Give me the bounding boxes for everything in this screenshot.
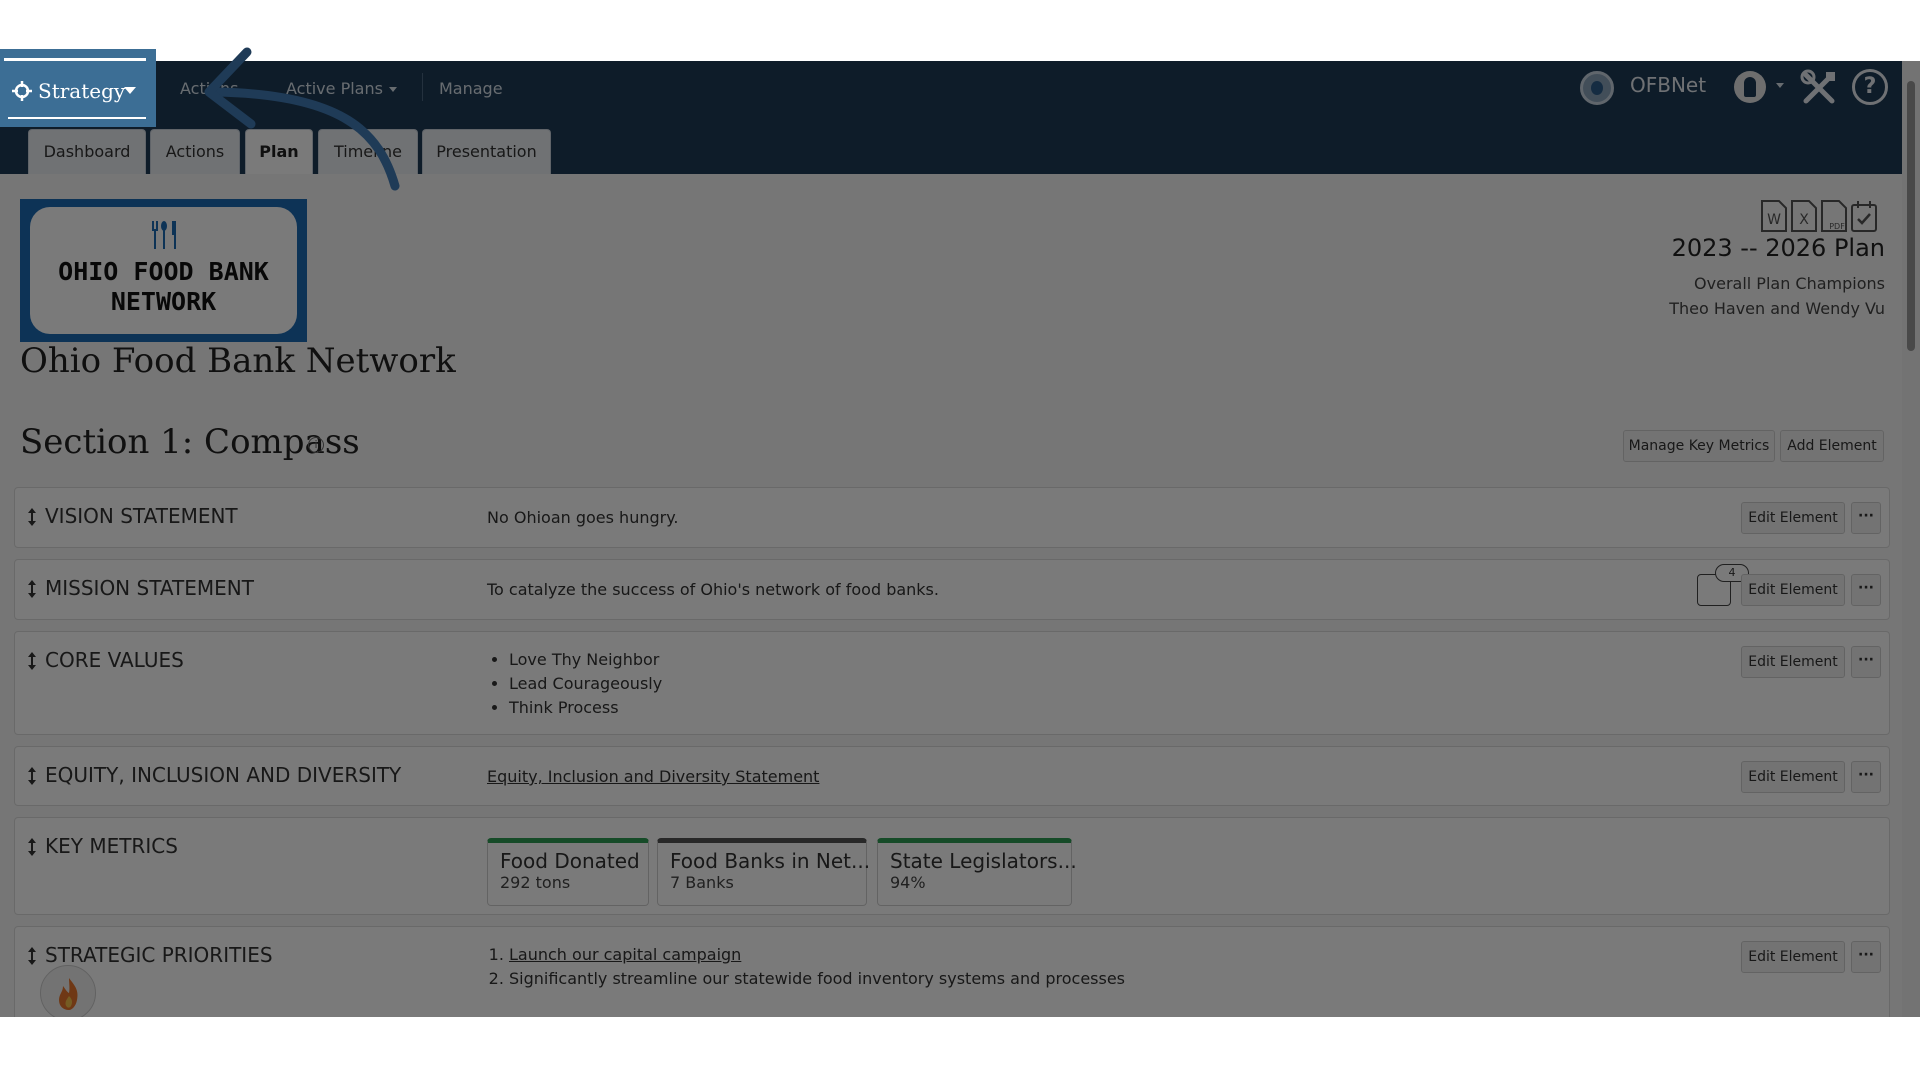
more-options-button[interactable]: ··· bbox=[1851, 502, 1881, 534]
list-item: Launch our capital campaign bbox=[509, 943, 1125, 967]
flame-icon bbox=[59, 978, 78, 1010]
tab-dashboard[interactable]: Dashboard bbox=[28, 129, 146, 174]
drag-handle-icon[interactable] bbox=[27, 652, 37, 670]
user-avatar[interactable] bbox=[1734, 71, 1766, 103]
row-key-metrics: KEY METRICS Food Donated 292 tons Food B… bbox=[14, 817, 1890, 915]
fork-spoon-knife-icon bbox=[152, 221, 176, 249]
logo-line-1: OHIO FOOD BANK bbox=[58, 257, 269, 286]
priorities-list: Launch our capital campaign Significantl… bbox=[487, 943, 1125, 991]
org-title: Ohio Food Bank Network bbox=[20, 341, 456, 381]
logo-line-2: NETWORK bbox=[110, 287, 217, 316]
edit-element-button[interactable]: Edit Element bbox=[1741, 574, 1845, 606]
row-label: KEY METRICS bbox=[45, 834, 178, 858]
row-label: MISSION STATEMENT bbox=[45, 576, 254, 600]
row-label: STRATEGIC PRIORITIES bbox=[45, 943, 273, 967]
strategy-menu-label: Strategy bbox=[38, 79, 126, 103]
metric-card[interactable]: Food Banks in Net... 7 Banks bbox=[657, 838, 871, 906]
edit-element-button[interactable]: Edit Element bbox=[1741, 646, 1845, 678]
pdf-icon[interactable]: PDF bbox=[1820, 199, 1848, 233]
tab-presentation[interactable]: Presentation bbox=[422, 129, 551, 174]
row-content: No Ohioan goes hungry. bbox=[487, 508, 679, 527]
row-label: CORE VALUES bbox=[45, 648, 184, 672]
logo-panel: OHIO FOOD BANK NETWORK bbox=[30, 207, 297, 334]
more-options-button[interactable]: ··· bbox=[1851, 646, 1881, 678]
metric-name: State Legislators... bbox=[890, 849, 1077, 873]
row-strategic-priorities: STRATEGIC PRIORITIES Launch our capital … bbox=[14, 926, 1890, 1017]
add-element-button[interactable]: Add Element bbox=[1780, 430, 1884, 462]
word-icon[interactable]: W bbox=[1760, 199, 1788, 233]
drag-handle-icon[interactable] bbox=[27, 947, 37, 965]
edit-element-button[interactable]: Edit Element bbox=[1741, 761, 1845, 793]
metric-card[interactable]: Food Donated 292 tons bbox=[487, 838, 649, 906]
metric-card[interactable]: State Legislators... 94% bbox=[877, 838, 1077, 906]
row-core-values: CORE VALUES Love Thy Neighbor Lead Coura… bbox=[14, 631, 1890, 735]
row-label: EQUITY, INCLUSION AND DIVERSITY bbox=[45, 763, 402, 787]
nav-manage[interactable]: Manage bbox=[439, 79, 503, 98]
active-underline bbox=[8, 117, 146, 119]
row-content: To catalyze the success of Ohio's networ… bbox=[487, 580, 939, 599]
svg-text:W: W bbox=[1767, 212, 1781, 228]
drag-handle-icon[interactable] bbox=[27, 580, 37, 598]
crosshair-icon bbox=[12, 81, 32, 101]
core-values-list: Love Thy Neighbor Lead Courageously Thin… bbox=[487, 648, 662, 720]
tutorial-arrow-icon bbox=[204, 47, 400, 191]
row-vision-statement: VISION STATEMENT No Ohioan goes hungry. … bbox=[14, 487, 1890, 548]
row-content: Equity, Inclusion and Diversity Statemen… bbox=[487, 767, 819, 786]
more-options-button[interactable]: ··· bbox=[1851, 941, 1881, 973]
strategy-menu-button[interactable]: Strategy bbox=[0, 49, 156, 127]
metric-name: Food Banks in Net... bbox=[670, 849, 871, 873]
screenshot-stage: Actions Active Plans Manage OFBNet ? Das… bbox=[0, 0, 1920, 1080]
org-name[interactable]: OFBNet bbox=[1630, 73, 1706, 97]
scrollbar-thumb[interactable] bbox=[1907, 81, 1915, 351]
capital-campaign-link[interactable]: Launch our capital campaign bbox=[509, 945, 741, 964]
list-item: Love Thy Neighbor bbox=[509, 648, 662, 672]
list-item: Lead Courageously bbox=[509, 672, 662, 696]
metric-value: 292 tons bbox=[500, 873, 571, 892]
svg-text:PDF: PDF bbox=[1829, 222, 1845, 231]
manage-key-metrics-button[interactable]: Manage Key Metrics bbox=[1623, 430, 1775, 462]
org-logo: OHIO FOOD BANK NETWORK bbox=[20, 199, 307, 342]
logo-text: OHIO FOOD BANK NETWORK bbox=[30, 257, 297, 317]
metric-value: 94% bbox=[890, 873, 926, 892]
chevron-down-icon[interactable] bbox=[1776, 83, 1784, 88]
chevron-down-icon bbox=[124, 87, 136, 94]
drag-handle-icon[interactable] bbox=[27, 767, 37, 785]
tools-icon[interactable] bbox=[1800, 69, 1838, 107]
vertical-scrollbar[interactable] bbox=[1902, 61, 1920, 1017]
calendar-check-icon[interactable] bbox=[1850, 199, 1878, 233]
list-item: Significantly streamline our statewide f… bbox=[509, 967, 1125, 991]
excel-icon[interactable]: X bbox=[1790, 199, 1818, 233]
drag-handle-icon[interactable] bbox=[27, 838, 37, 856]
fire-widget-button[interactable] bbox=[40, 965, 96, 1017]
champions-names: Theo Haven and Wendy Vu bbox=[1669, 299, 1885, 318]
row-mission-statement: MISSION STATEMENT To catalyze the succes… bbox=[14, 559, 1890, 620]
list-item: Think Process bbox=[509, 696, 662, 720]
more-options-button[interactable]: ··· bbox=[1851, 761, 1881, 793]
edit-element-button[interactable]: Edit Element bbox=[1741, 941, 1845, 973]
row-label: VISION STATEMENT bbox=[45, 504, 238, 528]
app-window: Actions Active Plans Manage OFBNet ? Das… bbox=[0, 61, 1920, 1017]
row-equity-inclusion: EQUITY, INCLUSION AND DIVERSITY Equity, … bbox=[14, 746, 1890, 806]
more-options-button[interactable]: ··· bbox=[1851, 574, 1881, 606]
metric-name: Food Donated bbox=[500, 849, 640, 873]
edit-element-button[interactable]: Edit Element bbox=[1741, 502, 1845, 534]
help-icon[interactable]: ? bbox=[1852, 69, 1888, 105]
plan-title: 2023 -- 2026 Plan bbox=[1671, 234, 1885, 262]
champions-label: Overall Plan Champions bbox=[1694, 274, 1885, 293]
equity-statement-link[interactable]: Equity, Inclusion and Diversity Statemen… bbox=[487, 767, 819, 786]
highlight-bar bbox=[4, 58, 146, 61]
info-icon[interactable]: i bbox=[308, 437, 324, 453]
drag-handle-icon[interactable] bbox=[27, 508, 37, 526]
metric-value: 7 Banks bbox=[670, 873, 734, 892]
org-shield-icon[interactable] bbox=[1580, 71, 1614, 105]
svg-text:X: X bbox=[1799, 212, 1809, 228]
